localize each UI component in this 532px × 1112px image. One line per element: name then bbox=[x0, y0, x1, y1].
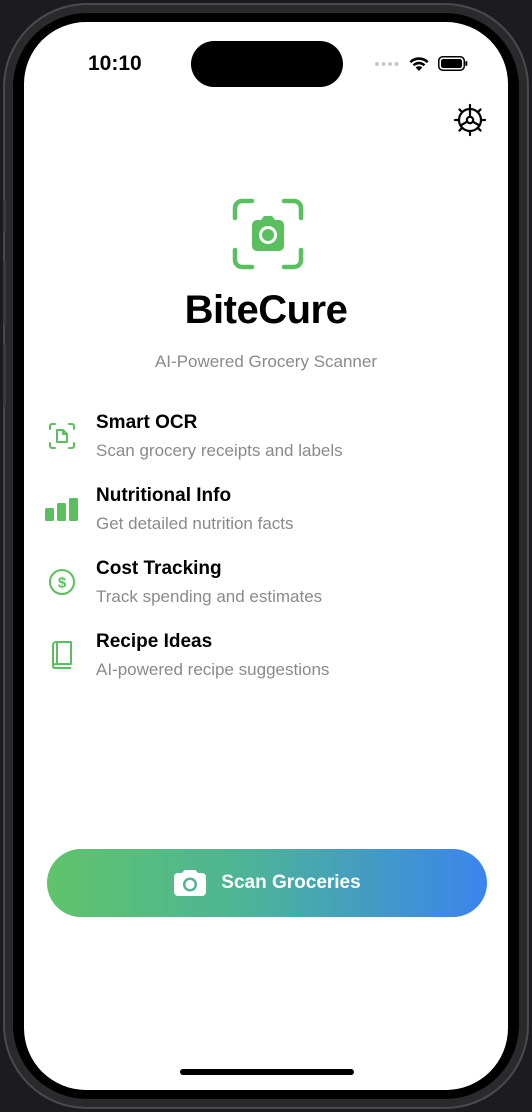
home-indicator[interactable] bbox=[180, 1069, 354, 1075]
feature-title: Smart OCR bbox=[96, 412, 198, 433]
feature-title: Cost Tracking bbox=[96, 558, 222, 579]
status-icons bbox=[374, 54, 468, 72]
status-time: 10:10 bbox=[88, 52, 142, 75]
gear-icon[interactable] bbox=[452, 102, 488, 138]
feature-description: Scan grocery receipts and labels bbox=[96, 441, 343, 460]
document-scan-icon bbox=[44, 418, 80, 454]
feature-title: Nutritional Info bbox=[96, 485, 232, 506]
volume-down-button bbox=[3, 343, 6, 407]
book-icon bbox=[44, 637, 80, 673]
cellular-signal-icon bbox=[375, 62, 399, 66]
feature-title: Recipe Ideas bbox=[96, 631, 213, 652]
scan-groceries-button[interactable]: Scan Groceries bbox=[47, 849, 487, 917]
battery-icon bbox=[438, 55, 468, 71]
feature-smart-ocr: Smart OCR Scan grocery receipts and labe… bbox=[44, 412, 484, 468]
camera-viewfinder-icon bbox=[232, 198, 304, 270]
scan-button-label: Scan Groceries bbox=[221, 872, 361, 893]
app-screen: 10:10 BiteCure AI-Powered Grocery Scanne… bbox=[24, 22, 508, 1090]
dynamic-island bbox=[191, 41, 343, 87]
app-title: BiteCure bbox=[184, 288, 348, 332]
feature-recipe-ideas: Recipe Ideas AI-powered recipe suggestio… bbox=[44, 631, 484, 687]
feature-description: Get detailed nutrition facts bbox=[96, 514, 294, 533]
feature-cost-tracking: $ Cost Tracking Track spending and estim… bbox=[44, 558, 484, 614]
feature-description: Track spending and estimates bbox=[96, 587, 323, 606]
volume-up-button bbox=[3, 261, 6, 325]
app-subtitle: AI-Powered Grocery Scanner bbox=[154, 352, 378, 371]
camera-icon bbox=[174, 870, 207, 896]
mute-switch bbox=[3, 199, 6, 233]
svg-text:$: $ bbox=[58, 575, 67, 592]
feature-nutritional-info: Nutritional Info Get detailed nutrition … bbox=[44, 485, 484, 541]
dollar-circle-icon: $ bbox=[44, 564, 80, 600]
feature-description: AI-powered recipe suggestions bbox=[96, 660, 330, 679]
bar-chart-icon bbox=[44, 491, 80, 527]
wifi-icon bbox=[409, 56, 429, 71]
